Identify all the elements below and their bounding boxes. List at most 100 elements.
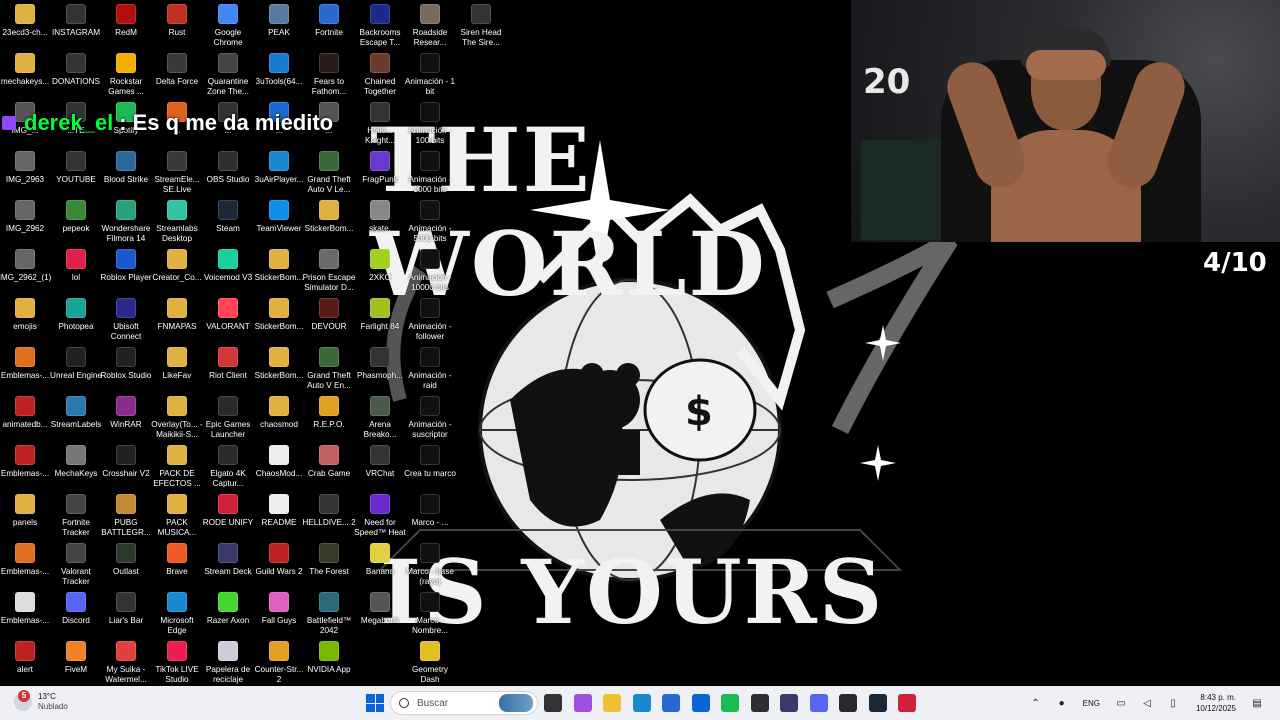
desktop-icon[interactable]: PACK MUSICA... (152, 490, 202, 538)
desktop-icon[interactable]: 3uAirPlayer... (254, 147, 304, 185)
desktop-icon[interactable]: panels (0, 490, 50, 528)
desktop-icon[interactable]: PACK DE EFECTOS ... (152, 441, 202, 489)
desktop-icon[interactable]: Arena Breako... (355, 392, 405, 440)
taskbar-app-discord[interactable] (809, 694, 828, 712)
desktop-icon[interactable]: WinRAR (101, 392, 151, 430)
desktop-icon[interactable]: PEAK (254, 0, 304, 38)
desktop-icon[interactable]: Farlight 84 (355, 294, 405, 332)
taskbar-app-obs[interactable] (750, 694, 769, 712)
desktop-icon[interactable]: Riot Client (203, 343, 253, 381)
chevron-up-icon[interactable]: ⌃ (1029, 696, 1043, 710)
desktop-icon[interactable]: Microsoft Edge (152, 588, 202, 636)
desktop-icon[interactable]: Streamlabs Desktop (152, 196, 202, 244)
desktop-icon[interactable]: The Forest (304, 539, 354, 577)
desktop-icon[interactable]: Crab Game (304, 441, 354, 479)
desktop-icon[interactable]: My Suika - Watermel... (101, 637, 151, 685)
desktop-icon[interactable]: 3uTools(64... (254, 49, 304, 87)
desktop-icon[interactable]: Fortnite Tracker (51, 490, 101, 538)
desktop-icon[interactable]: Discord (51, 588, 101, 626)
microphone-icon[interactable]: ● (1055, 696, 1069, 710)
desktop-icon[interactable]: NVIDIA App (304, 637, 354, 675)
desktop-icon[interactable]: README (254, 490, 304, 528)
desktop-icon[interactable]: 23ecd3-ch... (0, 0, 50, 38)
desktop-icon[interactable]: Guild Wars 2 (254, 539, 304, 577)
desktop-icon[interactable]: LikeFav (152, 343, 202, 381)
desktop-icon[interactable]: Quarantine Zone The... (203, 49, 253, 97)
taskbar-app-copilot[interactable] (573, 694, 592, 712)
desktop-icon[interactable]: Emblemas-... (0, 588, 50, 626)
desktop-icon[interactable]: Valorant Tracker (51, 539, 101, 587)
weather-widget[interactable]: 5 13°C Nublado (14, 690, 68, 712)
search-box[interactable]: Buscar (390, 691, 538, 715)
desktop-icon[interactable]: Counter-Str... 2 (254, 637, 304, 685)
desktop-icon[interactable]: ChaosMod... (254, 441, 304, 479)
desktop-icon[interactable]: IMG_2962 (0, 196, 50, 234)
desktop-icon[interactable]: Animación - 5000 bits (405, 196, 455, 244)
desktop-icon[interactable]: DONATIONS (51, 49, 101, 87)
desktop-icon[interactable]: StickerBom... (254, 245, 304, 283)
desktop-icon[interactable]: Backrooms Escape T... (355, 0, 405, 48)
desktop-icon[interactable]: Crosshair V2 (101, 441, 151, 479)
network-icon[interactable]: ▭ (1114, 696, 1128, 710)
taskbar-app-outlook[interactable] (691, 694, 710, 712)
taskbar-app-steam[interactable] (868, 694, 887, 712)
desktop-icon[interactable]: Voicemod V3 (203, 245, 253, 283)
desktop-icon[interactable]: Battlefield™ 2042 (304, 588, 354, 636)
language-indicator[interactable]: ENG (1083, 699, 1100, 708)
desktop-icon[interactable]: StickerBom... (254, 343, 304, 381)
clock[interactable]: 8:43 p. m. 10/12/2025 (1196, 692, 1236, 714)
taskbar-app-rode[interactable] (898, 694, 916, 712)
desktop-icon[interactable]: StreamEle... SE.Live (152, 147, 202, 195)
desktop-icon[interactable]: Razer Axon (203, 588, 253, 626)
desktop-icon[interactable]: Animación - suscriptor (405, 392, 455, 440)
desktop-icon[interactable]: Roadside Resear... (405, 0, 455, 48)
desktop-icon[interactable]: Prison Escape Simulator D... (303, 245, 355, 293)
desktop-icon[interactable]: FragPunk (355, 147, 405, 185)
desktop-icon[interactable]: R.E.P.O. (304, 392, 354, 430)
desktop-icon[interactable]: pepeok (51, 196, 101, 234)
desktop-icon[interactable]: Wondershare Filmora 14 (101, 196, 151, 244)
desktop-icon[interactable]: OBS Studio (203, 147, 253, 185)
desktop-icon[interactable]: TeamViewer (254, 196, 304, 234)
desktop-icon[interactable]: Hello... Knight... (355, 98, 405, 146)
desktop-icon[interactable]: StreamLabels (51, 392, 101, 430)
desktop-icon[interactable]: Emblemas-... (0, 343, 50, 381)
desktop-icon[interactable]: Brave (152, 539, 202, 577)
desktop-icon[interactable]: Unreal Engine (50, 343, 102, 381)
desktop-icon[interactable]: skate. (355, 196, 405, 234)
desktop-icon[interactable]: Fortnite (304, 0, 354, 38)
desktop-icon[interactable]: YOUTUBE (51, 147, 101, 185)
battery-icon[interactable]: ▯ (1166, 696, 1180, 710)
desktop-icon[interactable]: Outlast (101, 539, 151, 577)
desktop-icon[interactable]: Delta Force (152, 49, 202, 87)
desktop-icon[interactable]: TikTok LIVE Studio (152, 637, 202, 685)
desktop-icon[interactable]: VALORANT (203, 294, 253, 332)
desktop-icon[interactable]: Animación - 100 bits (405, 98, 455, 146)
desktop-icon[interactable]: mechakeys... (0, 49, 50, 87)
desktop-icon[interactable]: PUBG BATTLEGR... (101, 490, 151, 538)
desktop-icon[interactable]: Siren Head The Sire... (456, 0, 506, 48)
desktop-icon[interactable]: Grand Theft Auto V En... (304, 343, 354, 391)
desktop-icon[interactable]: Roblox Studio (101, 343, 151, 381)
desktop-icon[interactable]: MechaKeys (51, 441, 101, 479)
taskbar-app-epic-games[interactable] (839, 694, 857, 712)
desktop-icon[interactable]: Elgato 4K Captur... (203, 441, 253, 489)
desktop-icon[interactable]: RODE UNIFY (203, 490, 253, 528)
desktop-icon[interactable]: Marco - Nombre... (405, 588, 455, 636)
taskbar-app-store[interactable] (662, 694, 680, 712)
desktop-icon[interactable]: Epic Games Launcher (203, 392, 253, 440)
desktop-icon[interactable]: FiveM (51, 637, 101, 675)
desktop-icon[interactable]: StickerBom... (254, 294, 304, 332)
desktop-icon[interactable]: Emblemas-... (0, 539, 50, 577)
desktop-icon[interactable]: Marco - base (rayo) (405, 539, 455, 587)
desktop-icon[interactable]: Rust (152, 0, 202, 38)
desktop-icon[interactable]: IMG_2963 (0, 147, 50, 185)
desktop-icon[interactable]: Google Chrome (203, 0, 253, 48)
desktop-icon[interactable]: StickerBom... (304, 196, 354, 234)
desktop-icon[interactable]: FNMAPAS (152, 294, 202, 332)
desktop-icon[interactable]: Papelera de reciclaje (203, 637, 253, 685)
desktop-icon[interactable]: Banana (355, 539, 405, 577)
desktop-icon[interactable]: Photopea (51, 294, 101, 332)
desktop-icon[interactable]: Ubisoft Connect (101, 294, 151, 342)
start-button[interactable] (366, 694, 384, 712)
